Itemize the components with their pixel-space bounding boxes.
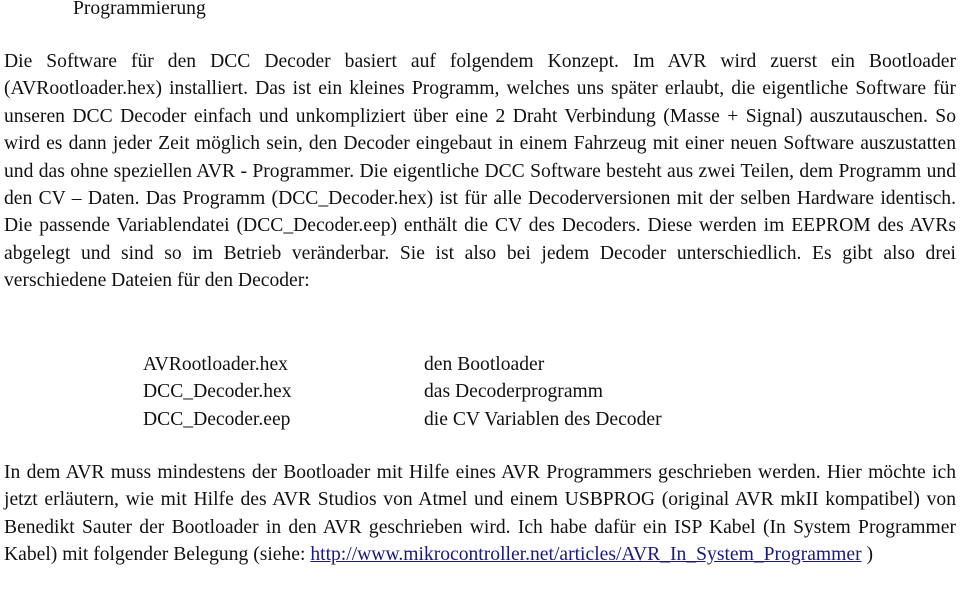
file-name: DCC_Decoder.hex xyxy=(143,381,292,403)
file-name: DCC_Decoder.eep xyxy=(143,408,291,430)
file-description: das Decoderprogramm xyxy=(424,381,603,403)
paragraph-text-end: ) xyxy=(861,544,874,566)
file-name: AVRootloader.hex xyxy=(143,354,288,375)
file-list-item: DCC_Decoder.hex das Decoderprogramm xyxy=(143,378,662,405)
intro-paragraph: Die Software für den DCC Decoder basiert… xyxy=(4,51,956,292)
isp-reference-link[interactable]: http://www.mikrocontroller.net/articles/… xyxy=(310,544,861,565)
section-heading: Programmierung xyxy=(73,0,206,19)
file-description: die CV Variablen des Decoder xyxy=(424,408,662,430)
file-list-item: AVRootloader.hex den Bootloader xyxy=(143,351,662,378)
file-description: den Bootloader xyxy=(424,354,545,375)
file-list: AVRootloader.hex den Bootloader DCC_Deco… xyxy=(143,351,662,433)
file-list-item: DCC_Decoder.eep die CV Variablen des Dec… xyxy=(143,406,662,433)
programming-paragraph: In dem AVR muss mindestens der Bootloade… xyxy=(4,459,956,569)
